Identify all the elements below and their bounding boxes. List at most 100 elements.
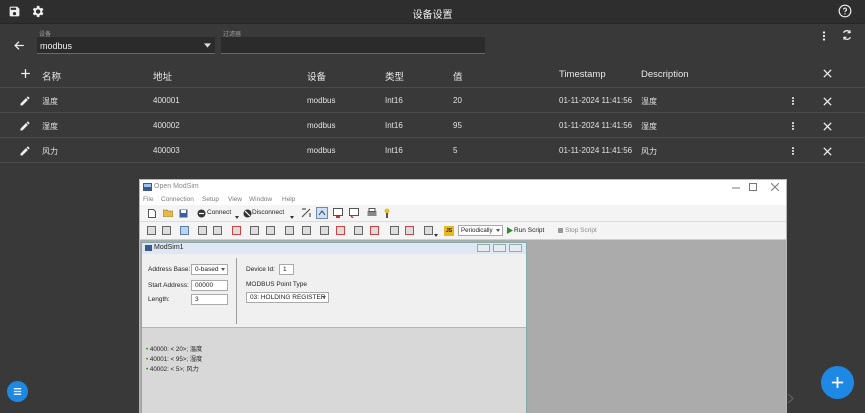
tool-icon-c[interactable] bbox=[333, 208, 343, 218]
table-row[interactable]: 湿度 400002 modbus Int16 95 01-11-2024 11:… bbox=[0, 114, 865, 138]
print-icon[interactable] bbox=[367, 208, 377, 218]
child-minimize-button[interactable] bbox=[477, 244, 490, 252]
child-title-bar[interactable]: ModSim1 bbox=[142, 243, 526, 254]
length-input[interactable]: 3 bbox=[191, 294, 228, 305]
column-header-type[interactable]: 类型 bbox=[385, 69, 404, 83]
more-vert-icon[interactable] bbox=[788, 119, 798, 133]
cell-name: 风力 bbox=[42, 147, 58, 156]
menu-help[interactable]: Help bbox=[282, 196, 295, 203]
func-icon-09[interactable] bbox=[285, 226, 294, 235]
modsim-child-window[interactable]: ModSim1 Address Base: 0-based Start Addr… bbox=[141, 242, 527, 413]
func-icon-05[interactable] bbox=[213, 226, 222, 235]
func-icon-17[interactable] bbox=[424, 226, 433, 235]
func-icon-12[interactable] bbox=[336, 226, 345, 235]
stop-script-button[interactable]: Stop Script bbox=[565, 227, 597, 234]
column-header-description[interactable]: Description bbox=[641, 69, 689, 80]
func-icon-06[interactable] bbox=[232, 226, 241, 235]
connect-button[interactable]: Connect bbox=[207, 209, 231, 216]
app-logo-icon bbox=[143, 183, 152, 191]
edit-icon[interactable] bbox=[19, 120, 31, 132]
point-type-select[interactable]: 03: HOLDING REGISTER bbox=[246, 292, 329, 303]
more-vert-icon[interactable] bbox=[788, 144, 798, 158]
tool-icon-d[interactable] bbox=[349, 208, 359, 218]
func-icon-07[interactable] bbox=[250, 226, 259, 235]
register-line[interactable]: • 40000: < 20>; 温度 bbox=[146, 344, 202, 353]
open-folder-icon[interactable] bbox=[163, 209, 173, 217]
address-base-select[interactable]: 0-based bbox=[191, 264, 228, 275]
start-address-input[interactable]: 00000 bbox=[191, 280, 228, 291]
close-icon[interactable] bbox=[822, 121, 833, 132]
child-close-button[interactable] bbox=[509, 244, 522, 252]
func-icon-11[interactable] bbox=[320, 226, 329, 235]
column-header-name[interactable]: 名称 bbox=[42, 69, 61, 83]
chevron-right-icon[interactable] bbox=[787, 393, 794, 404]
func-icon-14[interactable] bbox=[370, 226, 379, 235]
start-address-label: Start Address: bbox=[148, 282, 189, 289]
edit-icon[interactable] bbox=[19, 145, 31, 157]
table-row[interactable]: 温度 400001 modbus Int16 20 01-11-2024 11:… bbox=[0, 89, 865, 113]
device-select[interactable]: modbus bbox=[37, 37, 215, 54]
device-id-input[interactable]: 1 bbox=[279, 264, 294, 275]
menu-setup[interactable]: Setup bbox=[202, 196, 219, 203]
cell-address: 400002 bbox=[153, 121, 180, 130]
menu-window[interactable]: Window bbox=[249, 196, 272, 203]
run-script-button[interactable]: Run Script bbox=[514, 227, 544, 234]
close-icon[interactable] bbox=[822, 68, 833, 79]
func-icon-16[interactable] bbox=[405, 226, 414, 235]
disconnect-icon[interactable] bbox=[243, 209, 252, 218]
register-bullet-icon: • bbox=[146, 356, 149, 363]
column-header-value[interactable]: 值 bbox=[453, 69, 463, 83]
help-icon[interactable] bbox=[838, 4, 852, 18]
column-header-timestamp[interactable]: Timestamp bbox=[559, 69, 606, 80]
window-close-icon[interactable] bbox=[771, 183, 779, 191]
back-icon[interactable] bbox=[13, 39, 26, 52]
func-icon-02[interactable] bbox=[162, 226, 171, 235]
func-icon-04[interactable] bbox=[198, 226, 207, 235]
column-header-address[interactable]: 地址 bbox=[153, 69, 172, 83]
func-icon-13[interactable] bbox=[354, 226, 363, 235]
play-icon[interactable] bbox=[507, 227, 513, 234]
filter-input[interactable] bbox=[221, 37, 485, 54]
minimize-icon[interactable] bbox=[732, 185, 740, 191]
save-file-icon[interactable] bbox=[179, 209, 188, 218]
new-file-icon[interactable] bbox=[148, 209, 156, 218]
refresh-icon[interactable] bbox=[840, 28, 854, 42]
func-icon-03[interactable] bbox=[180, 226, 189, 235]
func-icon-01[interactable] bbox=[147, 226, 156, 235]
add-icon[interactable] bbox=[19, 67, 32, 80]
connect-icon[interactable] bbox=[197, 209, 206, 218]
func-icon-10[interactable] bbox=[302, 226, 311, 235]
modsim-title-bar[interactable]: Open ModSim bbox=[140, 180, 786, 195]
register-output-panel[interactable]: • 40000: < 20>; 温度 • 40001: < 95>; 湿度 • … bbox=[142, 327, 526, 413]
close-icon[interactable] bbox=[822, 96, 833, 107]
menu-file[interactable]: File bbox=[143, 196, 153, 203]
add-fab-button[interactable] bbox=[821, 366, 854, 399]
func-dropdown-icon[interactable] bbox=[434, 234, 438, 237]
menu-button[interactable] bbox=[7, 381, 28, 402]
edit-icon[interactable] bbox=[19, 95, 31, 107]
column-header-device[interactable]: 设备 bbox=[307, 69, 326, 83]
func-icon-15[interactable] bbox=[390, 226, 399, 235]
maximize-icon[interactable] bbox=[749, 183, 757, 191]
about-icon[interactable] bbox=[383, 208, 391, 218]
child-restore-button[interactable] bbox=[493, 244, 506, 252]
menu-connection[interactable]: Connection bbox=[161, 196, 194, 203]
menu-view[interactable]: View bbox=[228, 196, 242, 203]
func-icon-08[interactable] bbox=[266, 226, 275, 235]
tool-icon-a[interactable] bbox=[301, 208, 311, 218]
register-line[interactable]: • 40001: < 95>; 湿度 bbox=[146, 354, 202, 363]
more-vert-icon[interactable] bbox=[818, 29, 830, 43]
chevron-down-icon bbox=[322, 296, 326, 299]
connect-dropdown-icon[interactable] bbox=[235, 216, 239, 219]
more-vert-icon[interactable] bbox=[788, 94, 798, 108]
register-line[interactable]: • 40002: < 5>; 风力 bbox=[146, 364, 199, 373]
script-mode-select[interactable]: Periodically bbox=[458, 225, 503, 236]
close-icon[interactable] bbox=[822, 146, 833, 157]
table-row[interactable]: 风力 400003 modbus Int16 5 01-11-2024 11:4… bbox=[0, 139, 865, 163]
register-line-text: 40001: < 95>; 湿度 bbox=[149, 356, 203, 363]
disconnect-dropdown-icon[interactable] bbox=[290, 216, 294, 219]
disconnect-button[interactable]: Disconnect bbox=[252, 209, 284, 216]
stop-icon[interactable] bbox=[558, 228, 563, 233]
modsim-window[interactable]: Open ModSim File Connection Setup View W… bbox=[139, 179, 787, 413]
tool-icon-b[interactable] bbox=[316, 207, 328, 219]
